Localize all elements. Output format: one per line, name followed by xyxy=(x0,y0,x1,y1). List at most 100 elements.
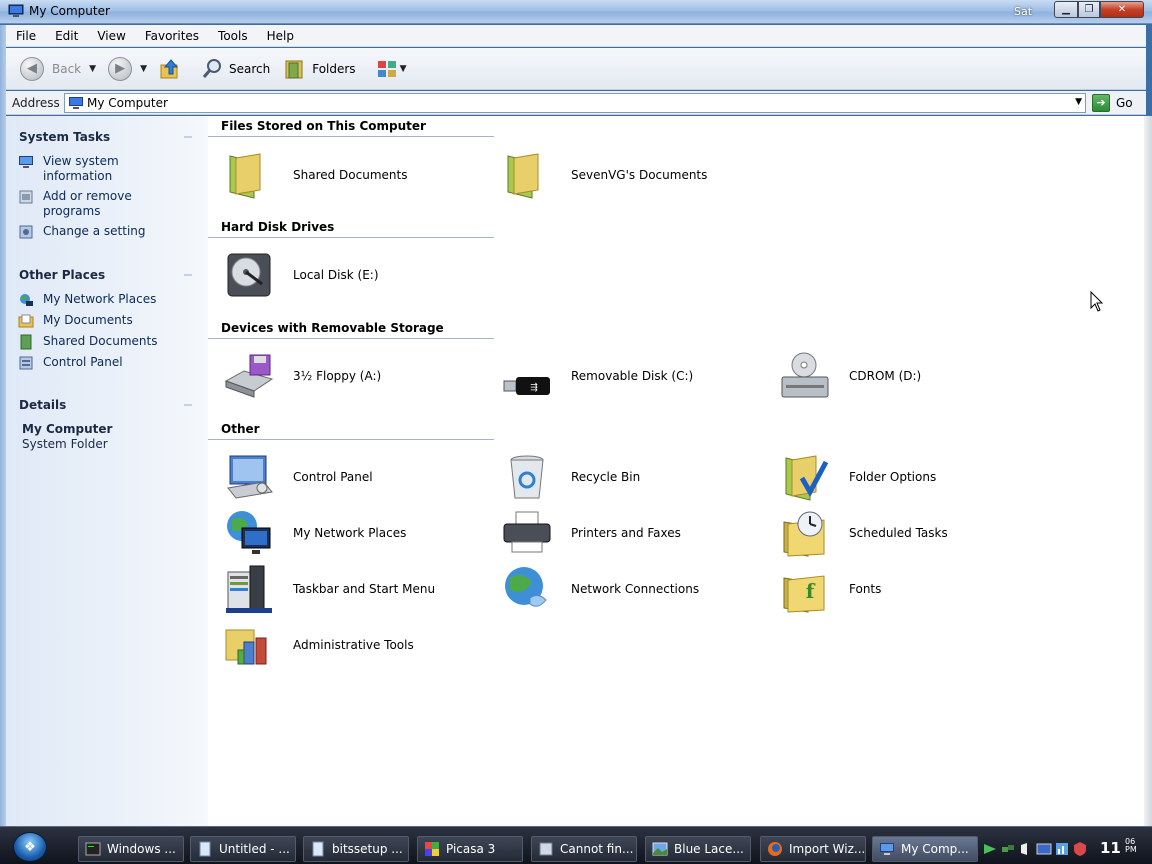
item-network-connections[interactable]: Network Connections xyxy=(502,564,699,614)
tray-chart-icon[interactable] xyxy=(1054,841,1070,857)
close-button[interactable]: ✕ xyxy=(1100,1,1144,18)
details-title: Details xyxy=(19,398,67,412)
toolbar: ◀ Back ▼ ▶ ▼ Search Folders ▼ xyxy=(6,48,1146,90)
menu-file[interactable]: File xyxy=(6,29,45,43)
my-documents-icon xyxy=(18,314,34,328)
go-button[interactable]: ➔ Go xyxy=(1092,93,1133,112)
other-places-header[interactable]: Other Places xyxy=(6,264,208,286)
tray-volume-icon[interactable] xyxy=(1018,841,1034,857)
tray-email-icon[interactable] xyxy=(1036,841,1052,857)
details-header[interactable]: Details xyxy=(6,394,208,416)
details-item-name: My Computer xyxy=(22,422,113,436)
taskbar-button-picasa[interactable]: Picasa 3 xyxy=(417,836,523,862)
system-tray xyxy=(982,836,1088,862)
menu-favorites[interactable]: Favorites xyxy=(135,29,208,43)
add-remove-programs-link[interactable]: Add or remove programs xyxy=(18,189,208,219)
search-icon xyxy=(202,58,221,78)
back-button[interactable]: ◀ Back xyxy=(16,53,85,85)
forward-dropdown-icon[interactable]: ▼ xyxy=(140,64,147,74)
search-button[interactable]: Search xyxy=(197,53,274,85)
menu-bar: File Edit View Favorites Tools Help xyxy=(6,25,1146,47)
minimize-button[interactable]: ▁ xyxy=(1054,1,1078,18)
title-bar[interactable]: My Computer Sat ▁ ❐ ✕ xyxy=(0,0,1152,24)
item-floppy-a[interactable]: 3½ Floppy (A:) xyxy=(224,351,381,401)
taskbar: ❖ Windows ... Untitled - ... bitssetup .… xyxy=(0,826,1152,864)
minimize-icon: ▁ xyxy=(1062,4,1070,15)
views-icon xyxy=(377,60,396,77)
item-folder-options[interactable]: Folder Options xyxy=(780,452,936,502)
title-overlay-text: Sat xyxy=(1014,5,1033,18)
menu-tools[interactable]: Tools xyxy=(208,29,257,43)
taskbar-button-cannot-find[interactable]: Cannot fin... xyxy=(531,836,637,862)
back-dropdown-icon[interactable]: ▼ xyxy=(89,64,96,74)
item-printers-faxes[interactable]: Printers and Faxes xyxy=(502,508,681,558)
item-my-network-places[interactable]: My Network Places xyxy=(224,508,406,558)
window-right-border xyxy=(1144,116,1152,826)
hard-disk-icon xyxy=(227,253,271,297)
maximize-button[interactable]: ❐ xyxy=(1078,1,1100,18)
address-input[interactable]: My Computer ▼ xyxy=(64,92,1086,113)
menu-help[interactable]: Help xyxy=(257,29,303,43)
taskbar-button-import-wizard[interactable]: Import Wiz... xyxy=(760,836,866,862)
address-dropdown-icon[interactable]: ▼ xyxy=(1075,97,1082,107)
menu-view[interactable]: View xyxy=(87,29,134,43)
firefox-icon xyxy=(768,842,782,856)
folders-button[interactable]: Folders xyxy=(280,53,359,85)
up-folder-icon xyxy=(160,58,179,78)
item-fonts[interactable]: f Fonts xyxy=(780,564,881,614)
clock-minutes[interactable]: 06 PM xyxy=(1125,838,1137,854)
taskbar-button-untitled[interactable]: Untitled - ... xyxy=(190,836,296,862)
item-control-panel[interactable]: Control Panel xyxy=(224,452,373,502)
cdrom-drive-icon xyxy=(781,352,829,398)
folder-options-icon xyxy=(785,455,829,501)
item-scheduled-tasks[interactable]: Scheduled Tasks xyxy=(780,508,948,558)
taskbar-button-blue-lace[interactable]: Blue Lace... xyxy=(645,836,751,862)
restore-icon: ❐ xyxy=(1084,4,1094,15)
image-icon xyxy=(652,842,668,856)
control-panel-small-icon xyxy=(19,225,33,239)
item-local-disk-e[interactable]: Local Disk (E:) xyxy=(224,250,379,300)
control-panel-icon xyxy=(227,455,273,499)
my-computer-icon xyxy=(880,843,894,855)
control-panel-link[interactable]: Control Panel xyxy=(18,355,208,371)
tray-network-icon[interactable] xyxy=(1000,841,1016,857)
collapse-icon xyxy=(184,274,192,276)
item-sevenvg-documents[interactable]: SevenVG's Documents xyxy=(502,150,707,200)
up-folder-button[interactable] xyxy=(155,53,191,85)
menu-edit[interactable]: Edit xyxy=(45,29,87,43)
details-item-type: System Folder xyxy=(22,437,108,451)
item-removable-disk-c[interactable]: ⇶ Removable Disk (C:) xyxy=(502,351,693,401)
my-documents-link[interactable]: My Documents xyxy=(18,313,208,329)
my-network-places-link[interactable]: My Network Places xyxy=(18,292,208,308)
back-arrow-icon: ◀ xyxy=(20,56,44,81)
folders-label: Folders xyxy=(312,61,356,76)
taskbar-button-windows[interactable]: Windows ... xyxy=(78,836,184,862)
system-tasks-header[interactable]: System Tasks xyxy=(6,126,208,148)
taskbar-button-bitssetup[interactable]: bitssetup ... xyxy=(303,836,409,862)
item-recycle-bin[interactable]: Recycle Bin xyxy=(502,452,640,502)
shared-documents-link[interactable]: Shared Documents xyxy=(18,334,208,350)
taskbar-button-my-computer[interactable]: My Comp... xyxy=(872,836,978,862)
group-header-removable: Devices with Removable Storage xyxy=(208,318,494,339)
svg-text:⇶: ⇶ xyxy=(530,382,538,393)
search-label: Search xyxy=(228,61,271,76)
item-administrative-tools[interactable]: Administrative Tools xyxy=(224,620,414,670)
my-computer-small-icon xyxy=(69,96,83,109)
view-system-info-link[interactable]: View system information xyxy=(18,154,208,184)
item-shared-documents[interactable]: Shared Documents xyxy=(224,150,407,200)
taskbar-icon xyxy=(226,565,272,613)
tray-app-icon[interactable] xyxy=(982,841,998,857)
clock-hour[interactable]: 11 xyxy=(1100,839,1121,857)
item-taskbar-start-menu[interactable]: Taskbar and Start Menu xyxy=(224,564,435,614)
floppy-drive-icon xyxy=(224,354,274,398)
change-setting-link[interactable]: Change a setting xyxy=(18,224,208,240)
task-pane: System Tasks View system information Add… xyxy=(6,116,208,826)
usb-drive-icon: ⇶ xyxy=(503,377,550,395)
item-cdrom-d[interactable]: CDROM (D:) xyxy=(780,351,921,401)
control-panel-small-icon xyxy=(19,356,33,370)
start-button[interactable]: ❖ xyxy=(13,832,47,862)
forward-button[interactable]: ▶ xyxy=(104,53,144,85)
address-label: Address xyxy=(12,95,60,110)
views-button[interactable]: ▼ xyxy=(372,53,411,85)
tray-shield-icon[interactable] xyxy=(1072,841,1088,857)
